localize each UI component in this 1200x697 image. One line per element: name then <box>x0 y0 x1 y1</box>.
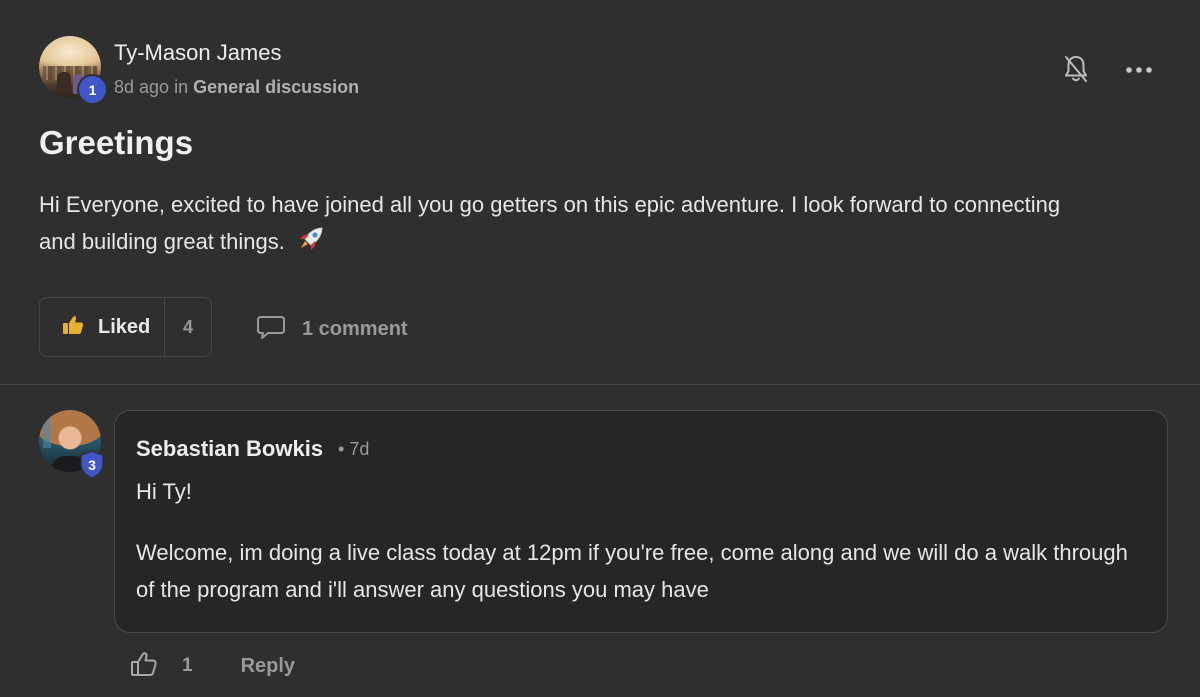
comment-card: Sebastian Bowkis • 7d Hi Ty! Welcome, im… <box>114 410 1168 633</box>
comment-greeting: Hi Ty! <box>136 479 192 504</box>
comment-separator: • <box>338 439 345 459</box>
post-header: 1 Ty-Mason James 8d ago in General discu… <box>39 36 1169 103</box>
like-button[interactable]: Liked <box>40 298 165 356</box>
community-post-page: 1 Ty-Mason James 8d ago in General discu… <box>0 0 1200 697</box>
thumbs-up-outline-icon <box>130 651 158 681</box>
post-time: 8d ago <box>114 77 170 97</box>
post-title: Greetings <box>39 124 194 161</box>
commenter-level-badge: 3 <box>79 450 105 479</box>
comment-body: Welcome, im doing a live class today at … <box>136 540 1128 602</box>
post-category-link[interactable]: General discussion <box>193 77 359 97</box>
commenter-level-number: 3 <box>88 456 96 473</box>
post-meta: 8d ago in General discussion <box>114 77 359 98</box>
avatar-background <box>43 418 51 448</box>
comment-count-label: 1 comment <box>302 318 408 340</box>
post-in-word: in <box>174 77 189 97</box>
comment-like-count[interactable]: 1 <box>182 655 193 677</box>
author-level-badge: 1 <box>79 76 106 103</box>
comment-bubble-icon <box>256 314 286 345</box>
comment-author-name[interactable]: Sebastian Bowkis <box>136 436 323 462</box>
post-body: Hi Everyone, excited to have joined all … <box>39 186 1099 263</box>
post-body-text: Hi Everyone, excited to have joined all … <box>39 192 1061 254</box>
like-button-label: Liked <box>98 315 151 338</box>
thumbs-up-icon <box>62 315 84 340</box>
comment-time: • 7d <box>338 439 369 460</box>
avatar-person <box>57 72 71 94</box>
post-author-name[interactable]: Ty-Mason James <box>114 40 282 66</box>
comment-actions: 1 Reply <box>130 650 295 682</box>
comment-time-value: 7d <box>349 439 370 459</box>
post-like-control: Liked 4 <box>39 297 212 357</box>
more-horizontal-icon[interactable] <box>1124 56 1154 84</box>
like-count[interactable]: 4 <box>165 298 211 356</box>
bell-off-icon[interactable] <box>1063 54 1089 84</box>
rocket-icon <box>297 226 325 263</box>
comment-count-button[interactable]: 1 comment <box>256 314 408 345</box>
comment-like-button[interactable] <box>130 651 158 682</box>
section-divider <box>0 384 1200 385</box>
reply-button[interactable]: Reply <box>241 655 295 678</box>
